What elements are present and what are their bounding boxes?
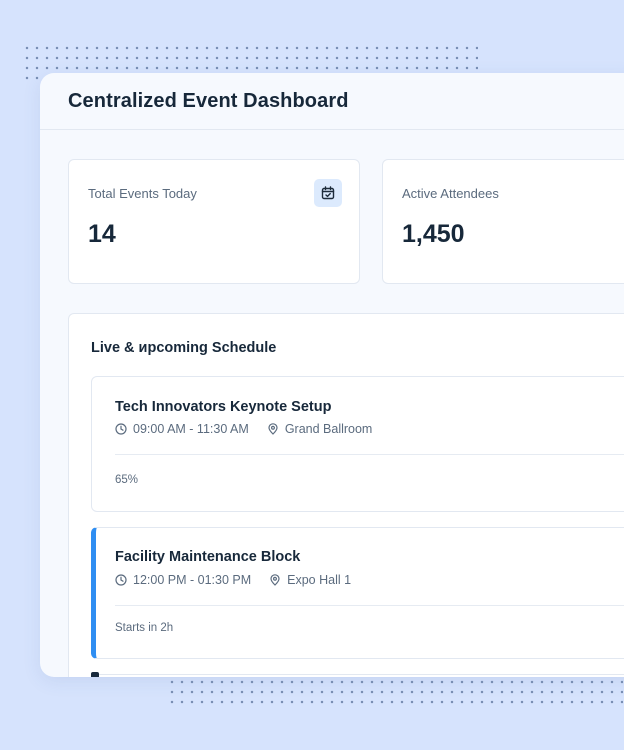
calendar-check-icon: [314, 179, 342, 207]
event-location-text: Expo Hall 1: [287, 573, 352, 587]
clipped-element: [91, 672, 99, 677]
location-pin-icon: [270, 574, 280, 586]
event-status-text: Starts in 2h: [115, 622, 174, 634]
stat-label: Total Events Today: [88, 186, 197, 201]
dashboard-header: Centralized Event Dashboard: [40, 73, 624, 130]
location-pin-icon: [268, 423, 278, 435]
event-title: Tech Innovators Keynote Setup: [115, 399, 332, 415]
event-location: Expo Hall 1: [269, 573, 351, 587]
event-location-text: Grand Ballroom: [284, 422, 373, 436]
schedule-title: Live & иpcoming Schedule: [91, 340, 277, 356]
stat-value: 14: [88, 220, 116, 248]
schedule-panel: Live & иpcoming Schedule Tech Innovators…: [68, 313, 624, 677]
event-divider: [115, 454, 624, 455]
event-time: 12:00 PM - 01:30 PM: [115, 573, 251, 587]
page-title: Centralized Event Dashboard: [68, 90, 349, 112]
event-time-text: 09:00 AM - 11:30 AM: [133, 422, 249, 436]
event-card[interactable]: Tech Innovators Keynote Setup 09:00 AM -…: [91, 376, 624, 512]
event-divider: [115, 605, 624, 606]
clock-icon: [115, 423, 127, 435]
event-time-text: 12:00 PM - 01:30 PM: [133, 573, 252, 587]
event-time: 09:00 AM - 11:30 AM: [115, 422, 249, 436]
page-stage: Centralized Event Dashboard Total Events…: [0, 0, 624, 750]
event-meta: 12:00 PM - 01:30 PM Expo Hall 1: [115, 573, 369, 587]
stat-card-active-attendees: Active Attendees 1,450: [382, 159, 624, 284]
event-meta: 09:00 AM - 11:30 AM Grand Ballroom: [115, 422, 390, 436]
dot-pattern-bottom: [167, 677, 623, 709]
stat-card-total-events: Total Events Today 14: [68, 159, 360, 284]
clock-icon: [115, 574, 127, 586]
stat-label: Active Attendees: [402, 186, 499, 201]
event-location: Grand Ballroom: [267, 422, 373, 436]
event-title: Facility Maintenance Block: [115, 549, 301, 565]
event-card[interactable]: Facility Maintenance Block 12:00 PM - 01…: [91, 527, 624, 659]
stat-value: 1,450: [402, 220, 465, 248]
event-progress-text: 65%: [115, 474, 139, 486]
dashboard-window: Centralized Event Dashboard Total Events…: [40, 73, 624, 677]
